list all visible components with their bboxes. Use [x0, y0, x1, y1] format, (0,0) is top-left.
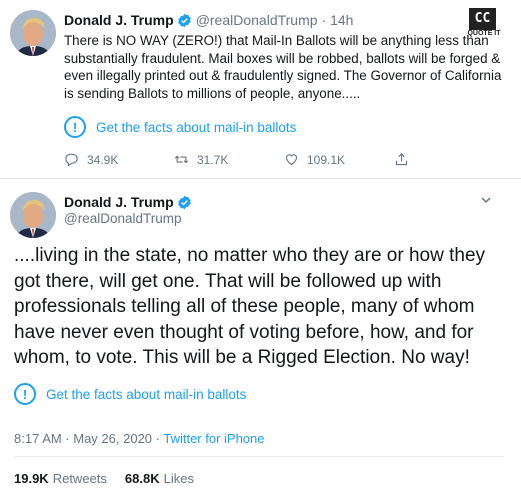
share-icon	[395, 153, 408, 166]
author-name[interactable]: Donald J. Trump	[64, 12, 174, 28]
tweet-actions: 34.9K 31.7K 109.1K	[64, 152, 444, 167]
author-handle[interactable]: @realDonaldTrump	[196, 12, 318, 28]
tweet-text-line: have never even thought of voting before…	[14, 321, 474, 343]
likes-stat[interactable]: 68.8K Likes	[125, 471, 194, 486]
avatar-image	[10, 192, 56, 238]
tweet-header: Donald J. Trump @realDonaldTrump · 14h	[64, 12, 353, 28]
tweet-text: ....living in the state, no matter who t…	[14, 243, 514, 371]
reply-button[interactable]: 34.9K	[64, 152, 174, 167]
likes-value: 68.8K	[124, 471, 160, 486]
reply-icon	[65, 153, 78, 167]
tweet-meta: 8:17 AM · May 26, 2020 · Twitter for iPh…	[14, 431, 265, 446]
retweets-stat[interactable]: 19.9K Retweets	[14, 471, 107, 486]
watermark-label: QUOTE IT	[467, 30, 501, 37]
like-count: 109.1K	[307, 152, 346, 167]
watermark-logo-glyph: CC	[469, 8, 496, 30]
meta-divider	[14, 456, 504, 457]
retweet-button[interactable]: 31.7K	[174, 152, 284, 167]
retweets-value: 19.9K	[14, 471, 49, 486]
chevron-down-icon[interactable]	[480, 194, 492, 206]
tweet-text-line: There is NO WAY (ZERO!) that Mail-In Bal…	[64, 33, 489, 48]
tweet-source-link[interactable]: Twitter for iPhone	[163, 431, 264, 446]
avatar[interactable]	[10, 192, 56, 238]
author-name[interactable]: Donald J. Trump	[64, 194, 174, 210]
avatar[interactable]	[10, 10, 56, 56]
tweet-text: There is NO WAY (ZERO!) that Mail-In Bal…	[64, 32, 502, 102]
avatar-image	[10, 10, 56, 56]
verified-badge-icon	[177, 195, 191, 209]
tweet-time[interactable]: · 14h	[322, 12, 354, 28]
like-heart-icon	[285, 154, 298, 166]
tweet-text-line: got there, will get one. That will be fo…	[14, 270, 442, 292]
tweet-divider	[0, 178, 521, 179]
reply-count: 34.9K	[87, 152, 119, 167]
share-button[interactable]	[394, 152, 417, 167]
facts-notice-link[interactable]: ! Get the facts about mail-in ballots	[14, 377, 484, 411]
tweet-text-line: substantially fraudulent. Mail boxes wil…	[64, 50, 501, 66]
retweet-icon	[174, 155, 189, 164]
likes-label: Likes	[163, 471, 194, 486]
verified-badge-icon	[177, 13, 191, 27]
tweet-stats: 19.9K Retweets 68.8K Likes	[14, 471, 212, 486]
tweet-text-line: even illegally printed out & fraudulentl…	[64, 68, 502, 83]
tweet-text-line: whom, to vote. This will be a Rigged Ele…	[14, 347, 470, 368]
facts-notice-label: Get the facts about mail-in ballots	[46, 386, 247, 402]
tweet-compact[interactable]: Donald J. Trump @realDonaldTrump · 14h T…	[0, 0, 521, 178]
retweets-label: Retweets	[52, 471, 107, 486]
tweet-text-line: is sending Ballots to millions of people…	[64, 85, 361, 101]
quote-it-watermark: CC QUOTE IT	[465, 8, 503, 44]
tweet-text-line: professionals telling all of these peopl…	[14, 296, 475, 317]
like-button[interactable]: 109.1K	[284, 152, 394, 167]
facts-notice-link[interactable]: ! Get the facts about mail-in ballots	[64, 111, 482, 143]
tweet-text-line: ....living in the state, no matter who t…	[14, 245, 486, 266]
author-handle[interactable]: @realDonaldTrump	[64, 211, 182, 226]
info-exclamation-icon: !	[64, 116, 86, 138]
retweet-count: 31.7K	[197, 152, 229, 167]
info-exclamation-icon: !	[14, 383, 36, 405]
tweet-timestamp[interactable]: 8:17 AM · May 26, 2020 ·	[14, 431, 163, 446]
author-name-row: Donald J. Trump	[64, 194, 196, 210]
facts-notice-label: Get the facts about mail-in ballots	[96, 119, 297, 135]
